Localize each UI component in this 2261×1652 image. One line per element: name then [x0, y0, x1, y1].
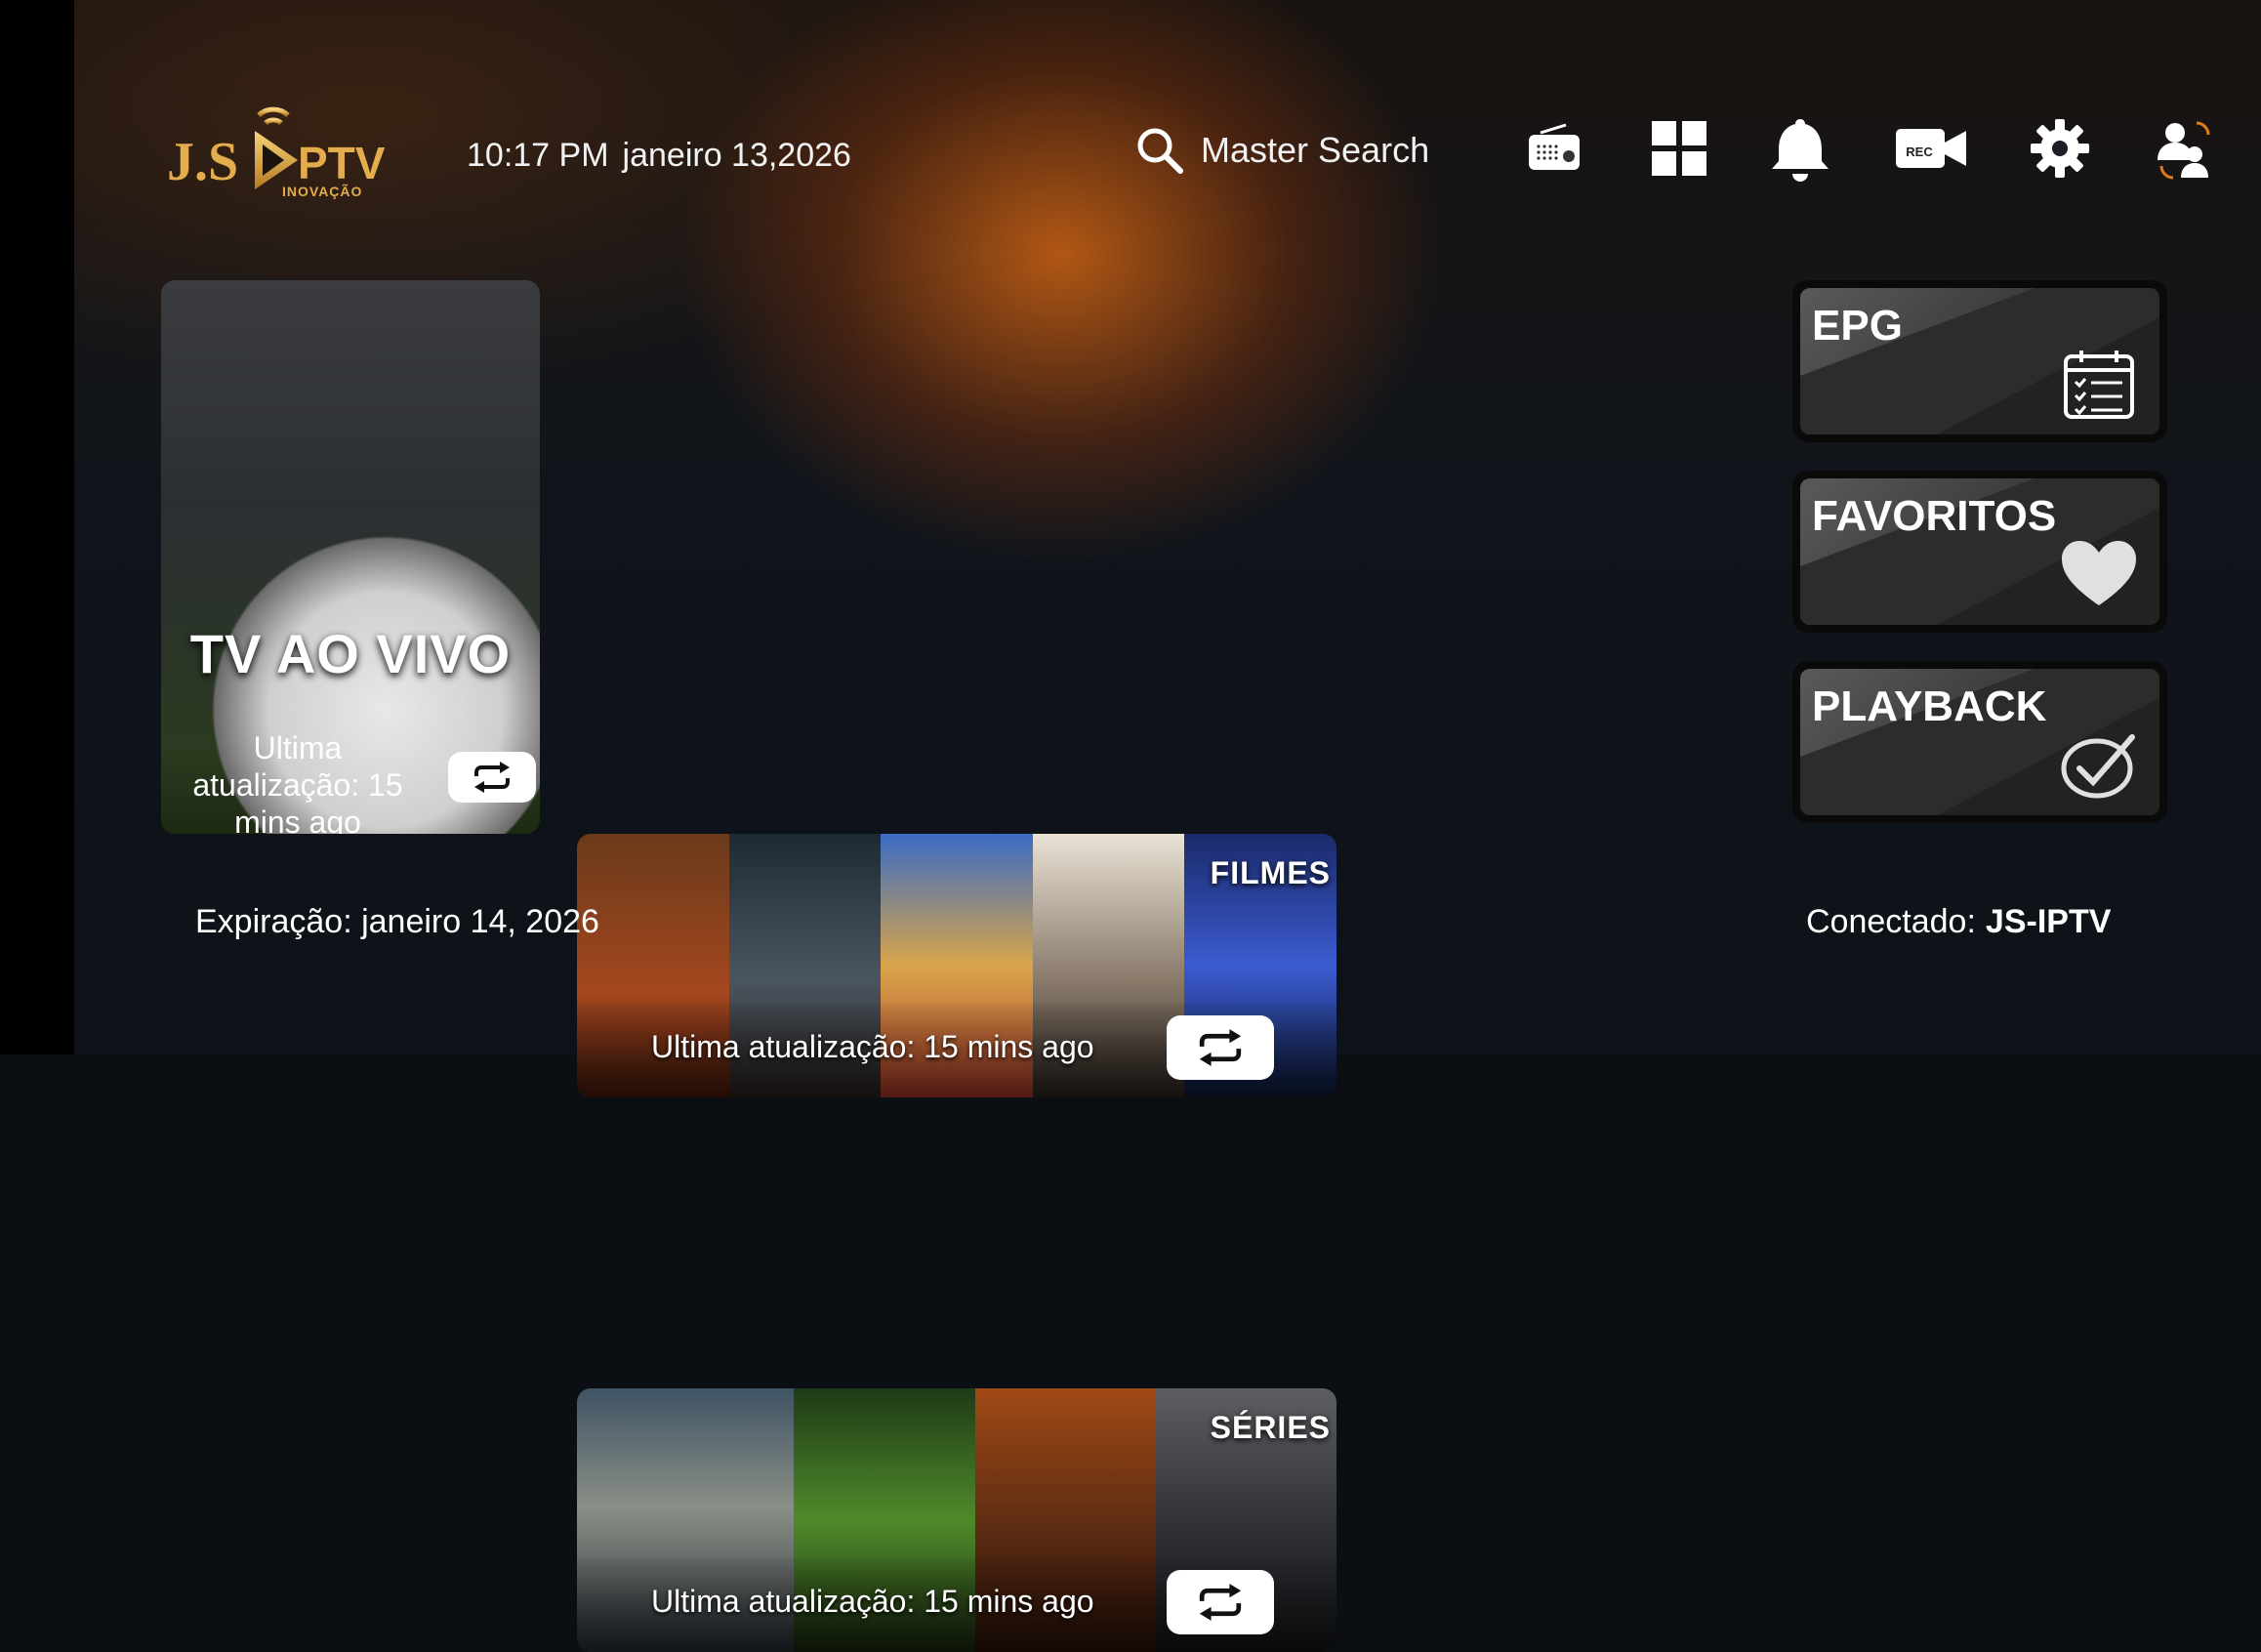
- check-circle-icon: [2061, 734, 2135, 799]
- connection-status: Conectado: JS-IPTV: [1806, 903, 2111, 941]
- series-update: Ultima atualização: 15 mins ago: [651, 1584, 1094, 1619]
- date-time: 10:17 PM janeiro 13,2026: [467, 137, 865, 175]
- favorites-card-panel: FAVORITOS: [1800, 478, 2159, 625]
- refresh-icon: [1199, 1029, 1242, 1066]
- playback-title: PLAYBACK: [1812, 682, 2047, 730]
- left-edge-bar: [0, 0, 74, 1054]
- heart-icon: [2062, 541, 2136, 605]
- live-tv-update: Ultima atualização: 15 mins ago: [192, 730, 403, 834]
- connected-server: JS-IPTV: [1985, 903, 2112, 940]
- master-search-button[interactable]: Master Search: [1134, 125, 1429, 176]
- logo-text: J.S: [167, 132, 239, 192]
- grid-icon: [1652, 121, 1706, 176]
- live-tv-card[interactable]: TV AO VIVO Ultima atualização: 15 mins a…: [161, 280, 540, 834]
- live-tv-title: TV AO VIVO: [189, 623, 512, 684]
- search-label: Master Search: [1201, 130, 1430, 170]
- clock-time: 10:17 PM: [467, 137, 609, 174]
- playback-card-panel: PLAYBACK: [1800, 669, 2159, 815]
- refresh-icon: [474, 762, 510, 793]
- switch-user-button[interactable]: [2156, 117, 2212, 180]
- epg-card[interactable]: EPG: [1792, 280, 2167, 442]
- grid-button[interactable]: [1648, 117, 1710, 180]
- movies-card[interactable]: FILMES Ultima atualização: 15 mins ago: [577, 834, 1336, 1097]
- logo-tagline: INOVAÇÃO: [282, 184, 363, 199]
- settings-button[interactable]: [2029, 117, 2091, 180]
- movies-refresh-button[interactable]: [1167, 1015, 1274, 1080]
- gear-icon: [2031, 119, 2089, 178]
- live-refresh-button[interactable]: [448, 752, 536, 803]
- expiration-text: Expiração: janeiro 14, 2026: [195, 903, 599, 940]
- radio-button[interactable]: [1523, 117, 1585, 180]
- switch-user-icon: [2158, 121, 2210, 180]
- series-label: SÉRIES: [1210, 1410, 1331, 1445]
- current-date: janeiro 13,2026: [622, 137, 851, 174]
- connected-label: Conectado:: [1806, 903, 1976, 940]
- movies-label: FILMES: [1210, 855, 1331, 890]
- epg-title: EPG: [1812, 302, 1903, 350]
- svg-text:REC: REC: [1906, 145, 1933, 159]
- logo-suffix: PTV: [298, 138, 386, 188]
- calendar-icon: [2064, 351, 2134, 419]
- bell-icon: [1772, 119, 1829, 182]
- app-logo: J.S PTV INOVAÇÃO: [161, 98, 386, 205]
- movies-update: Ultima atualização: 15 mins ago: [651, 1029, 1094, 1064]
- favorites-card[interactable]: FAVORITOS: [1792, 471, 2167, 633]
- search-icon: [1137, 128, 1183, 174]
- refresh-icon: [1199, 1584, 1242, 1621]
- radio-icon: [1529, 123, 1580, 170]
- favorites-title: FAVORITOS: [1812, 492, 2057, 540]
- epg-card-panel: EPG: [1800, 288, 2159, 434]
- playback-card[interactable]: PLAYBACK: [1792, 661, 2167, 823]
- recordings-button[interactable]: REC: [1894, 117, 1968, 180]
- series-card[interactable]: SÉRIES Ultima atualização: 15 mins ago: [577, 1388, 1336, 1652]
- notifications-button[interactable]: [1765, 113, 1835, 184]
- series-refresh-button[interactable]: [1167, 1570, 1274, 1634]
- rec-icon: REC: [1896, 129, 1966, 168]
